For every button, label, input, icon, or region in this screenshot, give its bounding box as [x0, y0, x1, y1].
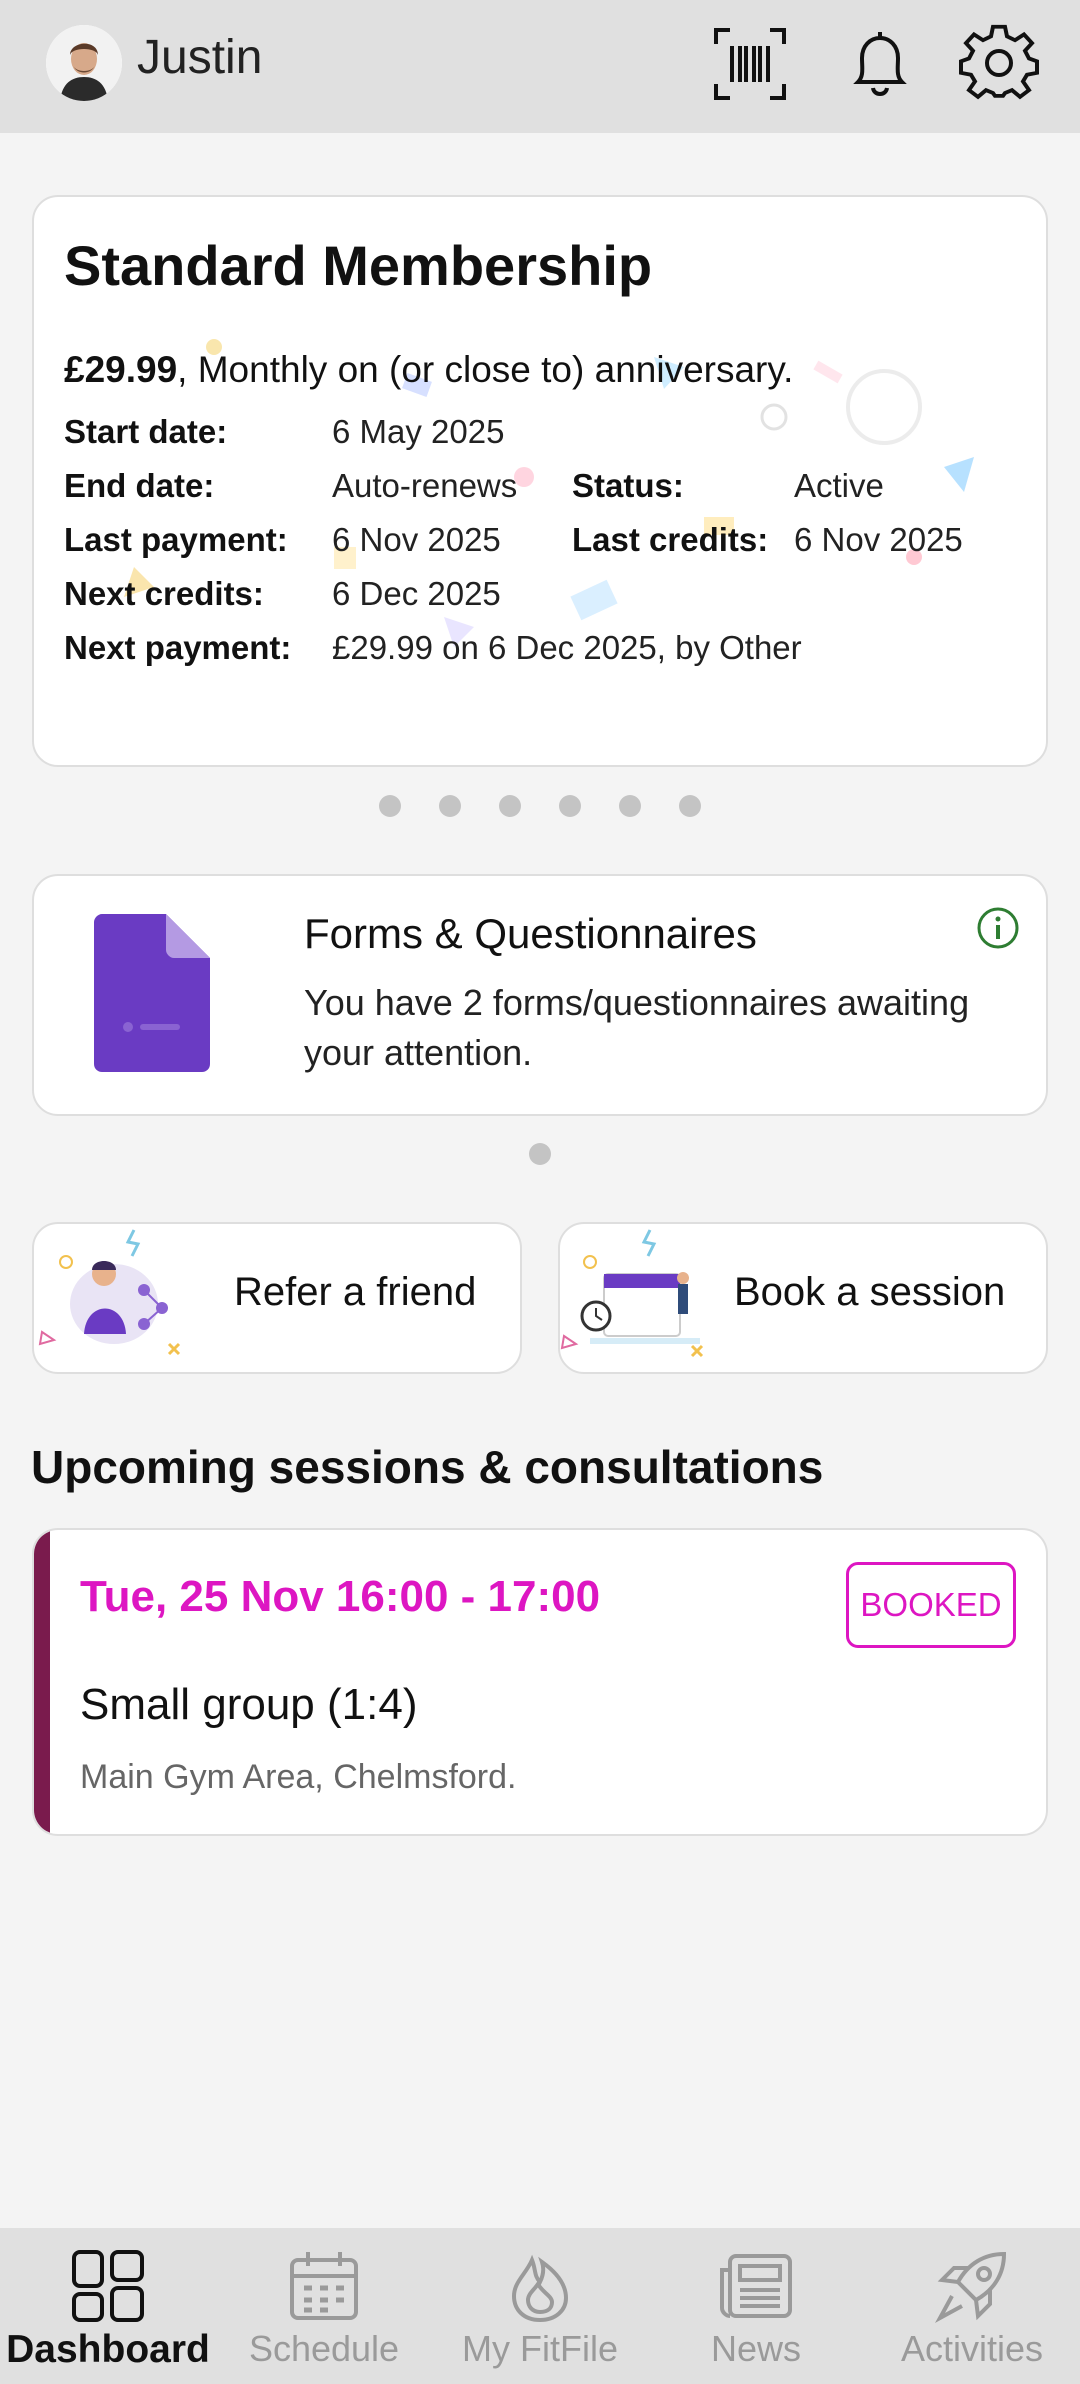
refer-illustration-icon: [38, 1229, 181, 1356]
bell-icon[interactable]: [840, 24, 920, 104]
end-date-label: End date:: [64, 467, 215, 504]
calendar-illustration-icon: [560, 1229, 704, 1358]
top-bar: Justin: [0, 0, 1080, 133]
session-location: Main Gym Area, Chelmsford.: [80, 1758, 517, 1796]
nav-label: Dashboard: [6, 2328, 210, 2371]
nav-my-fitfile[interactable]: My FitFile: [432, 2228, 648, 2384]
membership-price: £29.99: [64, 349, 178, 390]
next-credits-value: 6 Dec 2025: [332, 575, 501, 612]
avatar[interactable]: [46, 25, 122, 101]
membership-title: Standard Membership: [64, 234, 653, 297]
info-icon[interactable]: [976, 906, 1020, 950]
start-date-label: Start date:: [64, 413, 228, 450]
upcoming-section-title: Upcoming sessions & consultations: [31, 1441, 824, 1493]
barcode-icon[interactable]: [710, 24, 790, 104]
status-label: Status:: [572, 467, 684, 504]
forms-text: You have 2 forms/questionnaires awaiting…: [304, 982, 970, 1073]
carousel-dot[interactable]: [559, 795, 581, 817]
membership-price-suffix: , Monthly on (or close to) anniversary.: [177, 349, 794, 390]
forms-carousel-dots: [0, 1143, 1080, 1165]
forms-card[interactable]: Forms & Questionnaires You have 2 forms/…: [32, 874, 1048, 1116]
session-name: Small group (1:4): [80, 1680, 418, 1729]
session-time: Tue, 25 Nov 16:00 - 17:00: [80, 1572, 601, 1621]
carousel-dot[interactable]: [379, 795, 401, 817]
last-credits-value: 6 Nov 2025: [794, 521, 963, 558]
status-value: Active: [794, 467, 884, 504]
last-payment-label: Last payment:: [64, 521, 288, 558]
newspaper-icon: [718, 2248, 794, 2324]
nav-news[interactable]: News: [648, 2228, 864, 2384]
document-icon: [94, 914, 210, 1072]
session-card[interactable]: Tue, 25 Nov 16:00 - 17:00 BOOKED Small g…: [32, 1528, 1048, 1836]
username: Justin: [137, 31, 263, 84]
book-session-button[interactable]: Book a session: [558, 1222, 1048, 1374]
next-credits-label: Next credits:: [64, 575, 264, 612]
carousel-dot[interactable]: [529, 1143, 551, 1165]
gear-icon[interactable]: [959, 24, 1039, 104]
refer-friend-button[interactable]: Refer a friend: [32, 1222, 522, 1374]
status-badge: BOOKED: [846, 1562, 1016, 1648]
next-payment-value: £29.99 on 6 Dec 2025, by Other: [332, 629, 802, 666]
calendar-icon: [286, 2248, 362, 2324]
session-accent-bar: [34, 1530, 50, 1834]
last-credits-label: Last credits:: [572, 521, 769, 558]
refer-friend-label: Refer a friend: [234, 1270, 477, 1314]
carousel-dot[interactable]: [499, 795, 521, 817]
flame-icon: [502, 2248, 578, 2324]
membership-card[interactable]: Standard Membership £29.99, Monthly on (…: [32, 195, 1048, 767]
forms-title: Forms & Questionnaires: [304, 910, 757, 957]
rocket-icon: [934, 2248, 1010, 2324]
nav-label: My FitFile: [462, 2328, 618, 2369]
nav-label: Activities: [900, 2328, 1044, 2369]
end-date-value: Auto-renews: [332, 467, 518, 504]
last-payment-value: 6 Nov 2025: [332, 521, 501, 558]
carousel-dot[interactable]: [679, 795, 701, 817]
carousel-dot[interactable]: [619, 795, 641, 817]
dashboard-icon: [70, 2248, 146, 2324]
nav-label: News: [710, 2328, 802, 2369]
nav-dashboard[interactable]: Dashboard: [0, 2228, 216, 2384]
nav-schedule[interactable]: Schedule: [216, 2228, 432, 2384]
bottom-navigation: Dashboard Schedule My FitFile News Activ…: [0, 2228, 1080, 2384]
membership-price-line: £29.99, Monthly on (or close to) anniver…: [64, 349, 793, 391]
book-session-label: Book a session: [734, 1270, 1006, 1314]
carousel-dot[interactable]: [439, 795, 461, 817]
next-payment-label: Next payment:: [64, 629, 292, 666]
membership-carousel-dots: [0, 795, 1080, 817]
start-date-value: 6 May 2025: [332, 413, 505, 450]
nav-label: Schedule: [248, 2328, 400, 2369]
nav-activities[interactable]: Activities: [864, 2228, 1080, 2384]
